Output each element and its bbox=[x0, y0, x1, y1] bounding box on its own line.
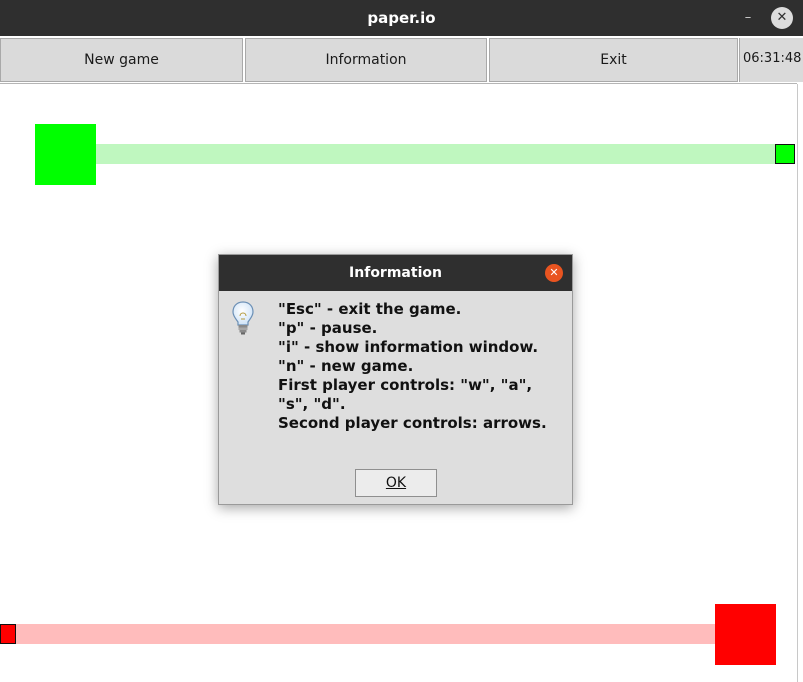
dialog-line: Second player controls: arrows. bbox=[278, 414, 547, 432]
dialog-line: "p" - pause. bbox=[278, 319, 378, 337]
dialog-line: "s", "d". bbox=[278, 395, 346, 413]
player2-territory bbox=[715, 604, 776, 665]
player1-territory bbox=[35, 124, 96, 185]
window-close-button[interactable]: ✕ bbox=[771, 7, 793, 29]
information-button[interactable]: Information bbox=[245, 38, 487, 82]
lightbulb-icon bbox=[231, 300, 255, 336]
clock-display: 06:31:48 bbox=[739, 38, 803, 82]
player2-trail bbox=[15, 624, 715, 644]
dialog-title: Information bbox=[219, 255, 572, 291]
title-bar: paper.io – ✕ bbox=[0, 0, 803, 36]
dialog-message: "Esc" - exit the game. "p" - pause. "i" … bbox=[278, 300, 568, 433]
information-dialog: Information ✕ "Esc" - exit the game. "p"… bbox=[218, 254, 573, 505]
player1-trail bbox=[95, 144, 775, 164]
ok-button[interactable]: OK bbox=[355, 469, 437, 497]
exit-button[interactable]: Exit bbox=[489, 38, 738, 82]
ok-label: OK bbox=[385, 475, 407, 491]
toolbar: New game Information Exit 06:31:48 bbox=[0, 36, 803, 84]
dialog-close-button[interactable]: ✕ bbox=[545, 264, 563, 282]
minimize-button[interactable]: – bbox=[738, 8, 758, 28]
window-title: paper.io bbox=[367, 9, 436, 27]
player1-head bbox=[775, 144, 795, 164]
dialog-line: "n" - new game. bbox=[278, 357, 414, 375]
player2-head bbox=[0, 624, 16, 644]
dialog-line: First player controls: "w", "a", bbox=[278, 376, 533, 394]
new-game-button[interactable]: New game bbox=[0, 38, 243, 82]
right-edge-panel bbox=[797, 84, 803, 682]
dialog-line: "i" - show information window. bbox=[278, 338, 539, 356]
dialog-line: "Esc" - exit the game. bbox=[278, 300, 462, 318]
